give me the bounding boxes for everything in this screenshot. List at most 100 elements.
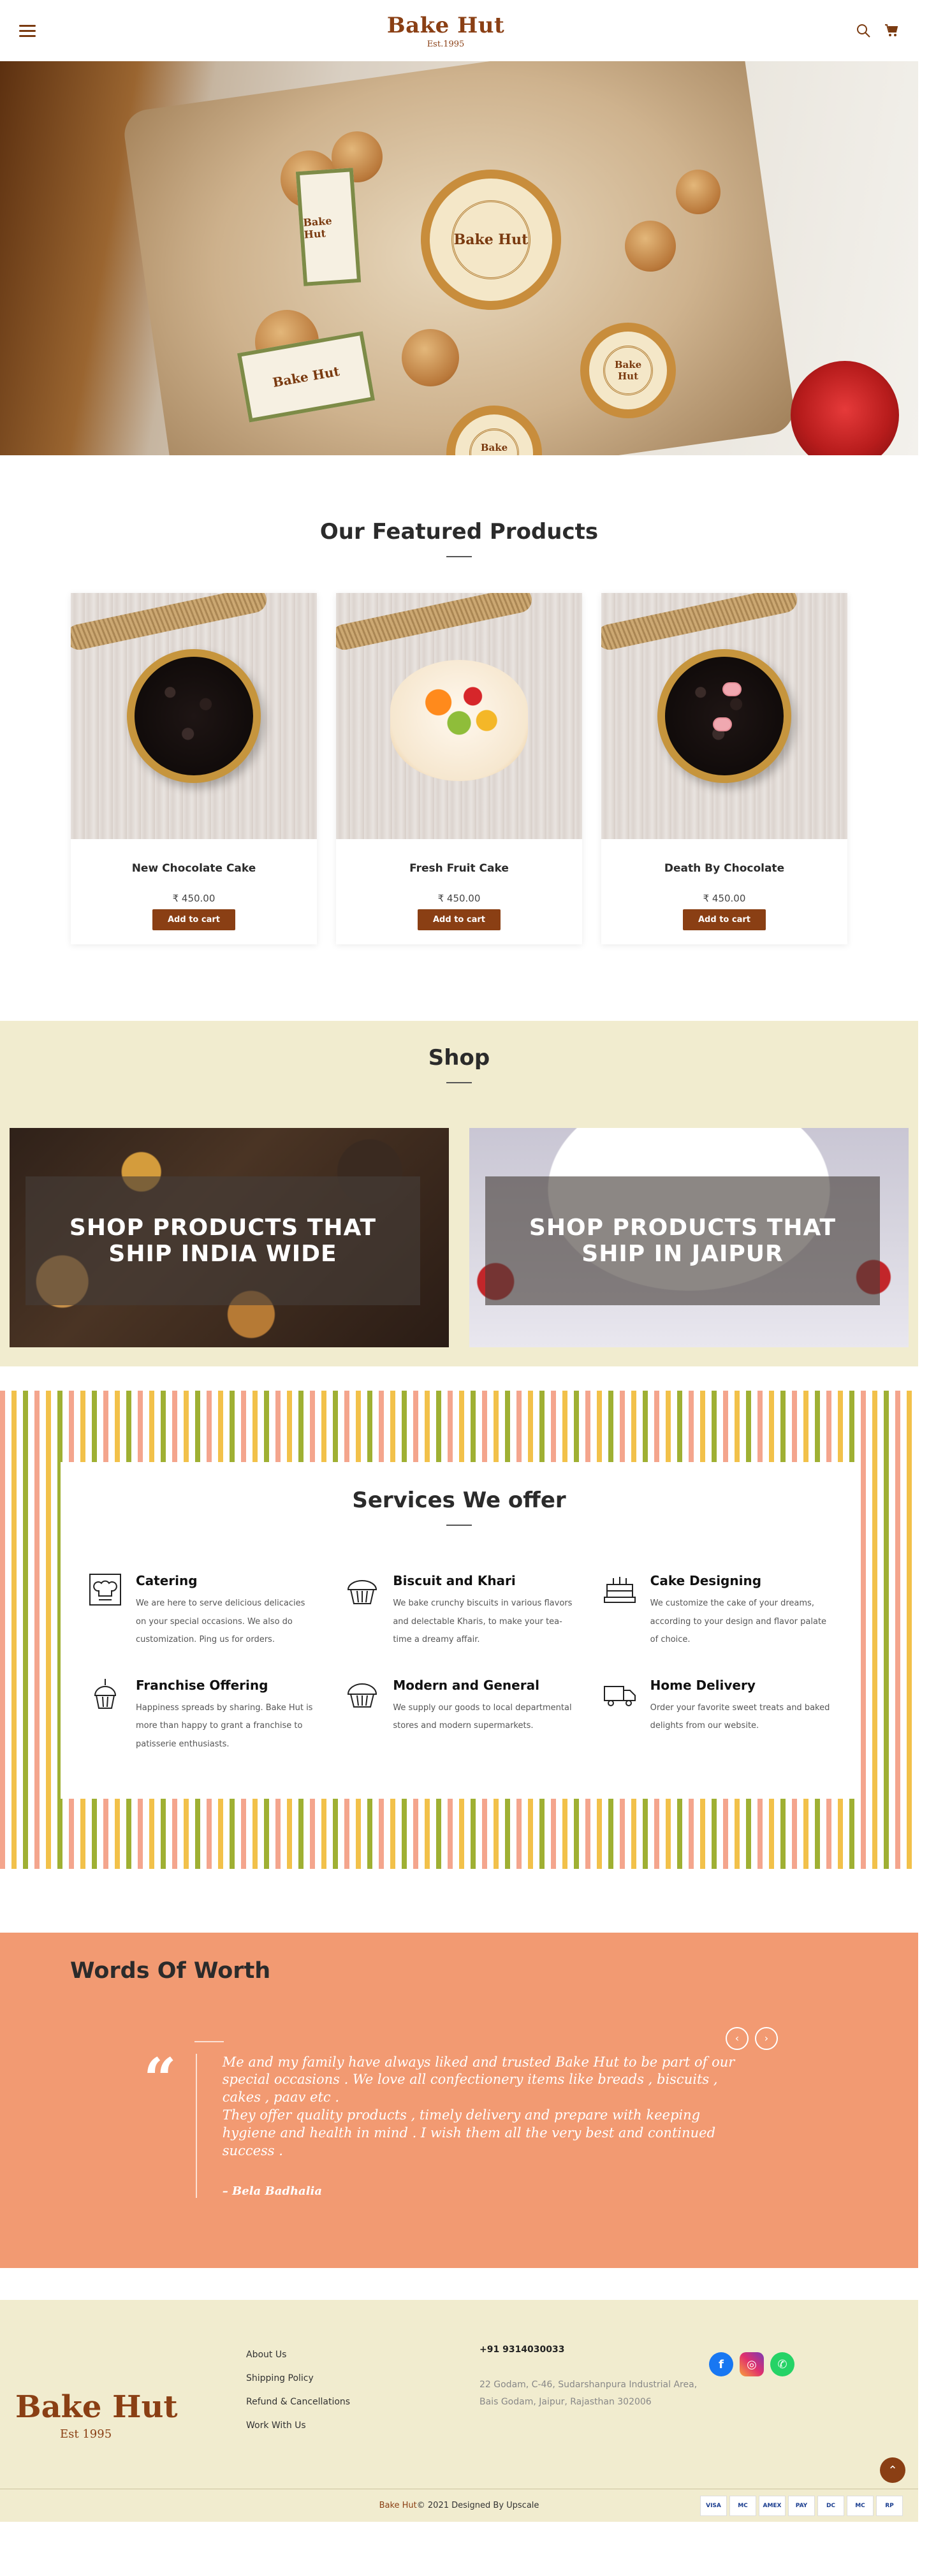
footer-logo[interactable]: Bake Hut Est 1995 (15, 2345, 246, 2444)
service-title: Home Delivery (650, 1677, 756, 1693)
shop-tile-india[interactable]: SHOP PRODUCTS THAT SHIP INDIA WIDE (10, 1128, 449, 1347)
footer-link-refund[interactable]: Refund & Cancellations (246, 2397, 479, 2407)
title-divider (446, 556, 472, 557)
chevron-left-icon[interactable]: ‹ (726, 2026, 749, 2050)
tile-overlay: SHOP PRODUCTS THAT SHIP IN JAIPUR (485, 1176, 880, 1305)
product-price: ₹ 450.00 (703, 893, 746, 904)
shop-tile-label[interactable]: SHOP PRODUCTS THAT SHIP IN JAIPUR (485, 1215, 880, 1268)
product-card[interactable]: Death By Chocolate ₹ 450.00 Add to cart (601, 593, 847, 944)
footer-link-about[interactable]: About Us (246, 2350, 479, 2360)
product-name[interactable]: New Chocolate Cake (71, 862, 317, 875)
pay-icon: PAY (788, 2496, 815, 2517)
site-header: Bake Hut Est.1995 (0, 0, 918, 61)
footer-bottom: ⌃ Bake Hut © 2021 Designed By Upscale VI… (0, 2457, 918, 2522)
footer-address: 22 Godam, C-46, Sudarshanpura Industrial… (479, 2380, 698, 2407)
whatsapp-icon[interactable]: ✆ (770, 2352, 794, 2377)
service-desc: We customize the cake of your dreams, ac… (650, 1599, 827, 1645)
logo[interactable]: Bake Hut Est.1995 (387, 13, 504, 49)
footer-phone[interactable]: +91 9314030033 (479, 2345, 709, 2355)
footer-logo-est: Est 1995 (60, 2427, 112, 2441)
delivery-truck-icon (603, 1685, 636, 1706)
footer-link-work[interactable]: Work With Us (246, 2420, 479, 2431)
logo-name: Bake Hut (386, 12, 505, 38)
hero-cookie (402, 329, 459, 386)
product-image[interactable] (601, 593, 847, 839)
product-name[interactable]: Fresh Fruit Cake (336, 862, 582, 875)
service-title: Cake Designing (650, 1573, 762, 1588)
cupcake-candle-icon (94, 1678, 117, 1709)
shop-tile-label[interactable]: SHOP PRODUCTS THAT SHIP INDIA WIDE (26, 1215, 420, 1268)
service-desc: We supply our goods to local departmenta… (393, 1702, 572, 1731)
service-desc: We are here to serve delicious delicacie… (136, 1599, 305, 1645)
footer-links: About Us Shipping Policy Refund & Cancel… (246, 2345, 479, 2444)
services-section: Services We offer Catering We are here t… (0, 1391, 918, 1869)
search-icon[interactable] (856, 23, 871, 38)
service-item: Home Delivery Order your favorite sweet … (601, 1675, 832, 1754)
hero-cookie (676, 170, 721, 214)
page: Bake Hut Est.1995 Bake Hut Bake Hut Bake… (0, 0, 918, 2576)
quote-author: – Bela Badhalia (222, 2184, 323, 2199)
product-price: ₹ 450.00 (437, 893, 481, 904)
product-card[interactable]: Fresh Fruit Cake ₹ 450.00 Add to cart (336, 593, 582, 944)
testimonials-divider (194, 2040, 224, 2042)
add-to-cart-button[interactable]: Add to cart (152, 909, 235, 930)
service-title: Biscuit and Khari (393, 1573, 516, 1588)
copyright-text: © 2021 Designed By Upscale (416, 2501, 539, 2511)
tile-overlay: SHOP PRODUCTS THAT SHIP INDIA WIDE (26, 1176, 420, 1305)
mastercard-icon: MC (729, 2496, 756, 2517)
rupay-icon: RP (876, 2496, 903, 2517)
shop-section: Shop SHOP PRODUCTS THAT SHIP INDIA WIDE … (0, 1021, 918, 1366)
payment-methods: VISA MC AMEX PAY DC MC RP (700, 2496, 903, 2517)
service-item: Cake Designing We customize the cake of … (601, 1570, 832, 1650)
product-image[interactable] (336, 593, 582, 839)
service-item: Biscuit and Khari We bake crunchy biscui… (343, 1570, 574, 1650)
quote-text: Me and my family have always liked and t… (222, 2054, 735, 2159)
product-card[interactable]: New Chocolate Cake ₹ 450.00 Add to cart (71, 593, 317, 944)
service-title: Modern and General (393, 1677, 539, 1693)
shop-title: Shop (428, 1045, 490, 1071)
facebook-icon[interactable]: f (709, 2352, 733, 2377)
service-desc: We bake crunchy biscuits in various flav… (393, 1599, 573, 1645)
maestro-icon: MC (847, 2496, 874, 2517)
hamburger-icon[interactable] (19, 24, 36, 37)
title-divider (446, 1525, 472, 1526)
hero-tub: Bake Hut (421, 170, 561, 310)
visa-icon: VISA (700, 2496, 727, 2517)
featured-title: Our Featured Products (319, 519, 599, 545)
service-item: Catering We are here to serve delicious … (86, 1570, 318, 1650)
footer-columns: Bake Hut Est 1995 About Us Shipping Poli… (0, 2345, 918, 2489)
services-grid: Catering We are here to serve delicious … (61, 1570, 858, 1754)
carousel-nav: ‹ › (726, 2026, 778, 2050)
cart-icon[interactable] (884, 23, 899, 38)
diners-icon: DC (817, 2496, 844, 2517)
footer-link-shipping[interactable]: Shipping Policy (246, 2373, 479, 2383)
logo-est: Est.1995 (427, 39, 465, 49)
service-desc: Happiness spreads by sharing. Bake Hut i… (136, 1702, 313, 1749)
instagram-icon[interactable]: ◎ (740, 2352, 764, 2377)
quote-body: Me and my family have always liked and t… (195, 2053, 757, 2199)
product-image[interactable] (71, 593, 317, 839)
amex-icon: AMEX (759, 2496, 786, 2517)
hero-box-label: Bake Hut (295, 168, 362, 286)
product-name[interactable]: Death By Chocolate (601, 862, 847, 875)
back-to-top-icon[interactable]: ⌃ (880, 2457, 905, 2484)
product-price: ₹ 450.00 (172, 893, 216, 904)
muffin-icon (347, 1683, 377, 1708)
services-panel: Services We offer Catering We are here t… (61, 1462, 858, 1799)
hero-rose (791, 361, 899, 455)
title-divider (446, 1082, 472, 1083)
service-title: Catering (136, 1573, 198, 1588)
product-list: New Chocolate Cake ₹ 450.00 Add to cart … (0, 593, 918, 944)
add-to-cart-button[interactable]: Add to cart (418, 909, 501, 930)
header-icons (856, 23, 899, 38)
copyright-brand[interactable]: Bake Hut (379, 2501, 417, 2510)
cupcake-icon (347, 1580, 377, 1604)
service-item: Modern and General We supply our goods t… (343, 1675, 574, 1754)
testimonials-section: Words Of Worth ‹ › “ Me and my family ha… (0, 1932, 918, 2269)
add-to-cart-button[interactable]: Add to cart (683, 909, 766, 930)
chevron-right-icon[interactable]: › (755, 2026, 778, 2050)
shop-tile-jaipur[interactable]: SHOP PRODUCTS THAT SHIP IN JAIPUR (469, 1128, 909, 1347)
service-item: Franchise Offering Happiness spreads by … (86, 1675, 318, 1754)
testimonials-title: Words Of Worth (70, 1958, 271, 1984)
footer-contact: +91 9314030033 22 Godam, C-46, Sudarshan… (479, 2345, 709, 2444)
